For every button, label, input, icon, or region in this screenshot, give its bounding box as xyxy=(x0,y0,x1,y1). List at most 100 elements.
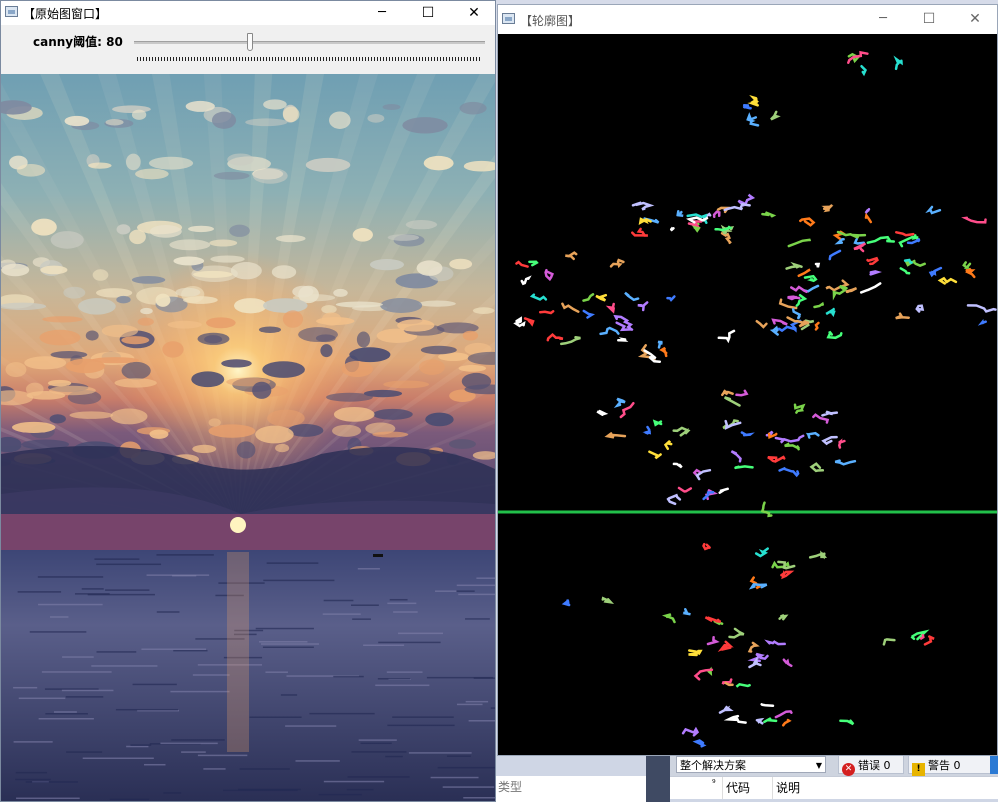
contour-stroke xyxy=(740,431,755,437)
contour-stroke xyxy=(809,462,825,473)
contour-stroke xyxy=(937,276,958,285)
contour-stroke xyxy=(609,258,625,269)
contour-stroke xyxy=(825,307,836,318)
contour-stroke xyxy=(642,425,652,435)
contour-stroke xyxy=(692,739,707,748)
contour-stroke xyxy=(808,550,828,560)
contour-stroke xyxy=(717,329,736,344)
info-filter-button[interactable] xyxy=(990,755,998,774)
minimize-button[interactable]: ─ xyxy=(860,5,906,33)
sort-icon[interactable]: ⁹ xyxy=(712,773,716,795)
window-app-icon xyxy=(5,6,18,17)
contour-stroke xyxy=(821,435,838,446)
warnings-filter-button[interactable]: ! 警告 0 xyxy=(908,755,992,776)
errors-filter-label: 错误 0 xyxy=(858,759,891,772)
contour-stroke xyxy=(780,569,795,580)
contour-stroke xyxy=(834,459,857,466)
contour-stroke xyxy=(767,432,778,439)
contour-stroke xyxy=(754,547,769,558)
contour-stroke xyxy=(677,486,693,493)
contour-stroke xyxy=(859,282,882,294)
contour-stroke xyxy=(965,267,976,279)
scope-dropdown[interactable]: 整个解决方案 ▼ xyxy=(676,756,826,773)
minimize-button[interactable]: ─ xyxy=(359,1,405,25)
contour-stroke xyxy=(666,295,676,302)
contour-stroke xyxy=(790,285,808,294)
description-column-header[interactable]: 说明 xyxy=(776,777,800,799)
contour-stroke xyxy=(747,641,760,653)
contour-stroke xyxy=(828,249,842,261)
contour-stroke xyxy=(864,212,873,224)
contour-stroke xyxy=(544,268,555,282)
contour-stroke xyxy=(755,319,768,329)
contour-stroke xyxy=(860,64,867,77)
contour-stroke xyxy=(704,616,722,623)
contour-stroke xyxy=(631,227,648,237)
contour-stroke xyxy=(838,438,846,449)
contour-stroke xyxy=(565,251,578,261)
warning-icon: ! xyxy=(912,763,925,776)
contour-stroke xyxy=(561,302,580,313)
contour-stroke xyxy=(672,462,683,469)
contour-stroke xyxy=(619,401,635,419)
contour-stroke xyxy=(666,493,682,506)
maximize-button[interactable]: ☐ xyxy=(405,1,451,25)
errors-filter-button[interactable]: ✕ 错误 0 xyxy=(838,755,904,776)
panel-splitter[interactable] xyxy=(646,754,670,802)
contour-stroke xyxy=(866,256,879,266)
contour-window: 【轮廓图】 ─ ☐ ✕ xyxy=(497,4,998,756)
contour-stroke xyxy=(624,291,640,302)
original-window-title: 【原始图窗口】 xyxy=(23,7,108,21)
canny-threshold-label: canny阈值: 80 xyxy=(33,35,123,49)
contour-stroke xyxy=(821,204,834,213)
canny-threshold-track[interactable] xyxy=(134,41,485,44)
contour-stroke xyxy=(966,304,997,313)
contour-stroke xyxy=(787,295,801,301)
original-window-titlebar[interactable]: 【原始图窗口】 ─ ☐ ✕ xyxy=(1,1,495,25)
close-button[interactable]: ✕ xyxy=(451,1,497,25)
code-column-header[interactable]: 代码 xyxy=(726,777,750,799)
contour-stroke xyxy=(706,635,720,646)
contour-stroke xyxy=(778,298,798,310)
maximize-button[interactable]: ☐ xyxy=(906,5,952,33)
contour-stroke xyxy=(631,201,655,211)
contour-stroke xyxy=(605,302,615,314)
type-column-label: 类型 xyxy=(498,780,523,794)
contour-stroke xyxy=(718,487,729,494)
contour-stroke xyxy=(546,333,564,342)
contour-stroke xyxy=(774,710,793,719)
contour-stroke xyxy=(528,260,539,267)
contour-stroke xyxy=(778,614,789,621)
contour-stroke xyxy=(760,703,775,708)
contour-stroke xyxy=(764,639,786,646)
contour-stroke xyxy=(523,317,535,327)
contour-stroke xyxy=(672,426,691,437)
contour-stroke xyxy=(814,321,820,331)
contour-window-titlebar[interactable]: 【轮廓图】 ─ ☐ ✕ xyxy=(498,5,997,33)
contour-stroke xyxy=(637,301,649,312)
contour-stroke xyxy=(596,409,609,416)
contour-stroke xyxy=(663,439,673,451)
contour-window-title: 【轮廓图】 xyxy=(520,14,581,28)
contour-stroke xyxy=(582,293,595,302)
contour-stroke xyxy=(735,682,751,688)
contour-stroke xyxy=(845,287,858,294)
close-button[interactable]: ✕ xyxy=(952,5,998,33)
contour-stroke xyxy=(730,450,742,463)
contour-stroke xyxy=(774,434,805,444)
contour-stroke xyxy=(763,717,778,724)
contour-stroke xyxy=(962,261,972,269)
contour-stroke xyxy=(601,596,615,605)
contour-stroke xyxy=(747,94,759,107)
contour-stroke xyxy=(720,232,732,245)
canny-threshold-thumb[interactable] xyxy=(246,33,253,51)
contour-stroke xyxy=(742,103,752,110)
contour-stroke xyxy=(561,599,571,607)
contour-stroke xyxy=(803,274,818,283)
contour-stroke xyxy=(702,542,712,551)
contour-stroke xyxy=(560,335,581,346)
contour-stroke xyxy=(769,325,779,336)
contour-stroke xyxy=(895,312,910,320)
contour-stroke xyxy=(799,217,816,227)
contour-stroke xyxy=(797,268,811,278)
